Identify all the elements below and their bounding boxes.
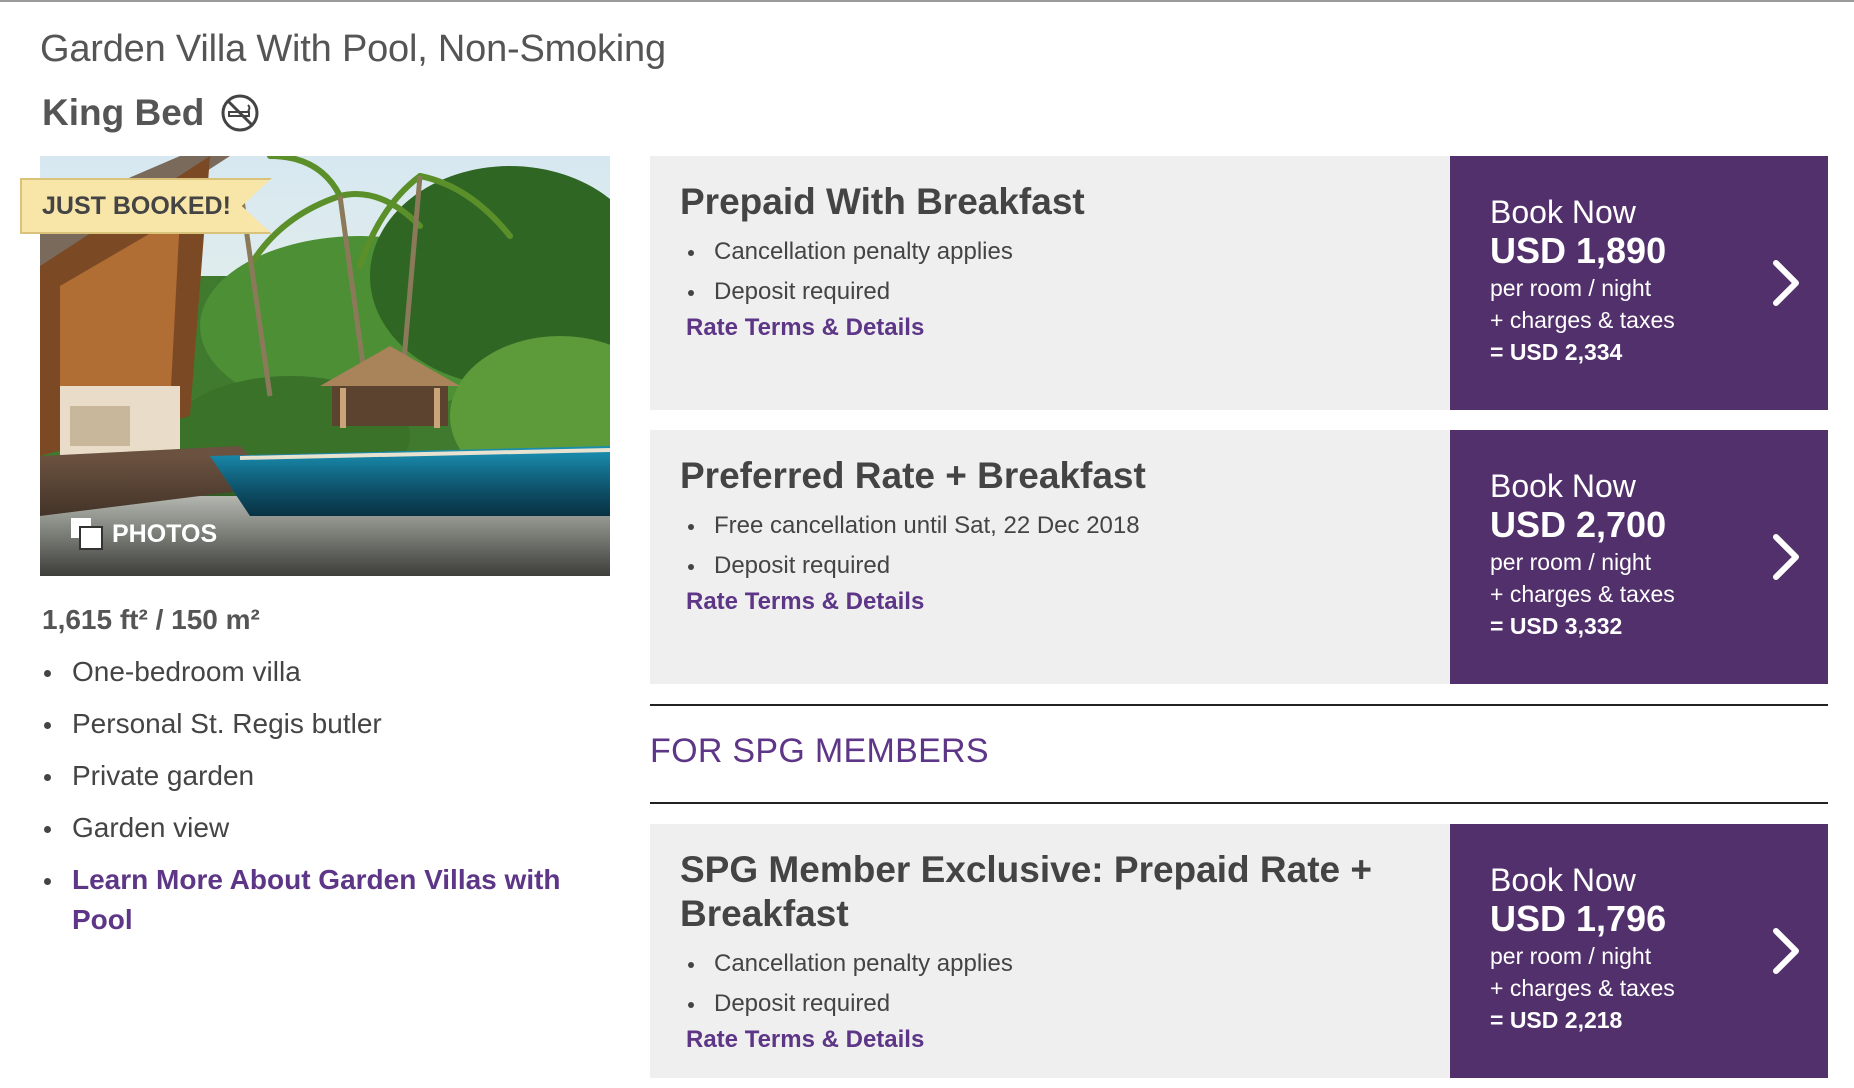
book-now-button[interactable]: Book Now USD 2,700 per room / night + ch… xyxy=(1450,430,1828,684)
room-title: Garden Villa With Pool, Non-Smoking xyxy=(40,28,666,70)
feature-item: Personal St. Regis butler xyxy=(42,704,602,744)
charges-note: + charges & taxes xyxy=(1490,307,1675,333)
bed-type-row: King Bed xyxy=(42,92,260,134)
feature-item: Private garden xyxy=(42,756,602,796)
feature-item: Garden view xyxy=(42,808,602,848)
chevron-right-icon xyxy=(1773,928,1799,974)
rate-name: Prepaid With Breakfast xyxy=(680,181,1085,222)
chevron-right-icon xyxy=(1773,260,1799,306)
rate-conditions: Cancellation penalty applies Deposit req… xyxy=(680,232,1420,312)
total-price: = USD 2,334 xyxy=(1490,339,1623,365)
rate-name: SPG Member Exclusive: Prepaid Rate + Bre… xyxy=(680,849,1372,934)
rate-condition: Cancellation penalty applies xyxy=(680,944,1420,984)
rate-terms-link[interactable]: Rate Terms & Details xyxy=(686,588,924,616)
rate-info: Prepaid With Breakfast Cancellation pena… xyxy=(650,156,1450,410)
total-price: = USD 2,218 xyxy=(1490,1007,1623,1033)
members-section-title: FOR SPG MEMBERS xyxy=(650,732,989,770)
room-size: 1,615 ft² / 150 m² xyxy=(42,604,260,635)
section-divider xyxy=(650,802,1828,804)
photos-icon xyxy=(70,517,104,551)
feature-item: One-bedroom villa xyxy=(42,652,602,692)
book-now-label: Book Now xyxy=(1490,194,1636,230)
rate-condition: Deposit required xyxy=(680,546,1420,586)
rate-conditions: Cancellation penalty applies Deposit req… xyxy=(680,944,1420,1024)
rate-info: Preferred Rate + Breakfast Free cancella… xyxy=(650,430,1450,684)
learn-more-link[interactable]: Learn More About Garden Villas with Pool xyxy=(72,864,561,935)
rate-condition: Free cancellation until Sat, 22 Dec 2018 xyxy=(680,506,1420,546)
rate-condition: Deposit required xyxy=(680,984,1420,1024)
rate-terms-link[interactable]: Rate Terms & Details xyxy=(686,1026,924,1054)
book-now-label: Book Now xyxy=(1490,862,1636,898)
just-booked-badge: JUST BOOKED! xyxy=(20,178,272,234)
bed-type: King Bed xyxy=(42,92,205,133)
rate-info: SPG Member Exclusive: Prepaid Rate + Bre… xyxy=(650,824,1450,1078)
section-divider xyxy=(650,704,1828,706)
top-border xyxy=(0,0,1854,2)
room-features: One-bedroom villa Personal St. Regis but… xyxy=(42,652,602,952)
charges-note: + charges & taxes xyxy=(1490,975,1675,1001)
no-smoking-icon xyxy=(220,93,260,133)
rate-terms-link[interactable]: Rate Terms & Details xyxy=(686,314,924,342)
chevron-right-icon xyxy=(1773,534,1799,580)
photos-button[interactable]: PHOTOS xyxy=(70,517,217,551)
total-price: = USD 3,332 xyxy=(1490,613,1623,639)
rate-name: Preferred Rate + Breakfast xyxy=(680,455,1146,496)
rate-card: SPG Member Exclusive: Prepaid Rate + Bre… xyxy=(650,824,1828,1078)
rate-condition: Cancellation penalty applies xyxy=(680,232,1420,272)
rate-conditions: Free cancellation until Sat, 22 Dec 2018… xyxy=(680,506,1420,586)
rate-card: Preferred Rate + Breakfast Free cancella… xyxy=(650,430,1828,684)
book-now-button[interactable]: Book Now USD 1,796 per room / night + ch… xyxy=(1450,824,1828,1078)
book-now-label: Book Now xyxy=(1490,468,1636,504)
book-now-button[interactable]: Book Now USD 1,890 per room / night + ch… xyxy=(1450,156,1828,410)
photos-label: PHOTOS xyxy=(112,519,218,548)
rate-condition: Deposit required xyxy=(680,272,1420,312)
learn-more-item: Learn More About Garden Villas with Pool xyxy=(42,860,602,940)
charges-note: + charges & taxes xyxy=(1490,581,1675,607)
rate-card: Prepaid With Breakfast Cancellation pena… xyxy=(650,156,1828,410)
